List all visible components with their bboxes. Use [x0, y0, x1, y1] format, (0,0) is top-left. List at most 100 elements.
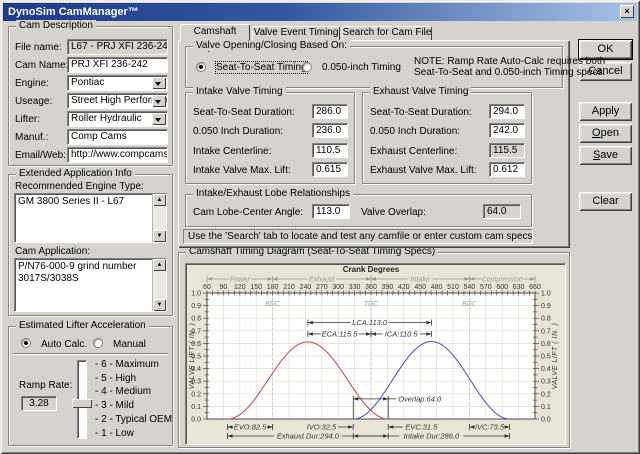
svg-text:EVO:82.5: EVO:82.5 [234, 423, 267, 432]
cam-application-textarea[interactable]: P/N76-000-9 grind number 3017S/3038S ▲ ▼ [14, 258, 167, 312]
svg-text:0.1: 0.1 [191, 404, 201, 411]
exhaust-centerline-value: 115.5 [489, 143, 525, 158]
scroll-down-icon[interactable]: ▼ [153, 299, 166, 311]
svg-text:ECA:115.5: ECA:115.5 [322, 329, 359, 338]
camshaft-timing-chart: 0.0 0.0 0.1 0.1 0.2 0.2 0.3 0.3 0.4 0.4 0.5 0.5 0.6 0… [186, 264, 565, 447]
lifter-value: Roller Hydraulic [71, 113, 142, 124]
svg-text:ICA:110.5: ICA:110.5 [385, 329, 419, 338]
ramp-rate-label: Ramp Rate: [19, 380, 73, 391]
svg-text:VALVE LIFT ( IN. ): VALVE LIFT ( IN. ) [552, 323, 559, 390]
engine-type-text: GM 3800 Series II - L67 [18, 196, 125, 207]
scrollbar[interactable]: ▲ ▼ [152, 194, 166, 242]
lifter-accel-group: Estimated Lifter Acceleration Auto Calc.… [8, 320, 173, 446]
exhaust-s2s-input[interactable]: 294.0 [489, 104, 525, 119]
intake-050-label: 0.050 Inch Duration: [193, 126, 284, 137]
svg-text:0.7: 0.7 [541, 328, 551, 335]
svg-text:IVO:32.5: IVO:32.5 [307, 423, 337, 432]
exhaust-maxlift-label: Exhaust Valve Max. Lift: [370, 165, 477, 176]
scale-label-1: - 1 - Low [95, 428, 134, 439]
cam-description-group: Cam Description File name: L67 - PRJ XFI… [8, 20, 173, 166]
engine-type-textarea[interactable]: GM 3800 Series II - L67 ▲ ▼ [14, 193, 167, 243]
slider-thumb[interactable] [72, 399, 92, 408]
seat-to-seat-radio[interactable] [196, 62, 206, 72]
scroll-up-icon[interactable]: ▲ [153, 259, 166, 271]
svg-text:Exhaust Dur:294.0: Exhaust Dur:294.0 [277, 432, 340, 441]
title-bar[interactable]: DynoSim CamManager™ × [3, 3, 637, 21]
cammanager-window: DynoSim CamManager™ × Cam Description Fi… [0, 0, 640, 454]
chevron-down-icon[interactable] [152, 77, 166, 89]
svg-text:0.5: 0.5 [541, 354, 551, 361]
exhaust-s2s-label: Seat-To-Seat Duration: [370, 107, 472, 118]
svg-text:0.0: 0.0 [541, 417, 551, 424]
open-button[interactable]: Open [579, 124, 632, 143]
intake-050-input[interactable]: 236.0 [312, 123, 348, 138]
note-line2: Seat-To-Seat and 0.050-inch Timing specs… [414, 67, 606, 78]
lobe-center-input[interactable]: 113.0 [312, 204, 350, 219]
email-web-input[interactable]: http://www.compcams.com [67, 147, 168, 163]
manual-radio[interactable] [93, 338, 103, 348]
useage-select[interactable]: Street High Performance [67, 93, 168, 109]
svg-text:390: 390 [382, 284, 394, 291]
manuf-input[interactable]: Comp Cams [67, 129, 168, 145]
svg-text:120: 120 [234, 284, 246, 291]
tab-camshaft-specs[interactable]: Camshaft Specs [180, 24, 250, 53]
divider [13, 353, 168, 355]
intake-s2s-input[interactable]: 286.0 [312, 104, 348, 119]
cam-name-label: Cam Name: [15, 60, 69, 71]
scroll-up-icon[interactable]: ▲ [153, 194, 166, 206]
exhaust-centerline-label: Exhaust Centerline: [370, 146, 458, 157]
exhaust-maxlift-input[interactable]: 0.612 [489, 162, 525, 177]
tab-valve-event-timing[interactable]: Valve Event Timing [252, 26, 340, 40]
svg-text:0.2: 0.2 [541, 391, 551, 398]
svg-text:270: 270 [316, 284, 328, 291]
note-line1: NOTE: Ramp Rate Auto-Calc requires both [414, 56, 606, 67]
clear-button[interactable]: Clear [579, 192, 632, 211]
intake-maxlift-label: Intake Valve Max. Lift: [193, 165, 291, 176]
exhaust-050-input[interactable]: 242.0 [489, 123, 525, 138]
seat-to-seat-label[interactable]: Seat-To-Seat Timing [215, 61, 308, 74]
manuf-label: Manuf.: [15, 132, 49, 143]
valve-basis-legend: Valve Opening/Closing Based On: [193, 40, 351, 51]
save-button[interactable]: Save [579, 146, 632, 165]
apply-button[interactable]: Apply [579, 102, 632, 121]
svg-text:90: 90 [220, 284, 228, 291]
scale-label-2: - 2 - Typical OEM [95, 414, 173, 425]
scale-label-5: - 5 - High [95, 373, 137, 384]
chevron-down-icon[interactable] [152, 95, 166, 107]
svg-text:0.2: 0.2 [191, 391, 201, 398]
svg-text:Exhaust: Exhaust [309, 277, 335, 284]
status-text: Use the 'Search' tab to locate and test … [183, 229, 533, 244]
engine-select[interactable]: Pontiac [67, 75, 168, 91]
scale-label-4: - 4 - Medium [95, 386, 152, 397]
scroll-down-icon[interactable]: ▼ [153, 230, 166, 242]
ramp-rate-value: 3.28 [21, 396, 57, 411]
exhaust-050-label: 0.050 Inch Duration: [370, 126, 461, 137]
scrollbar[interactable]: ▲ ▼ [152, 259, 166, 311]
svg-text:360: 360 [365, 284, 377, 291]
tab-search-for-cam-file[interactable]: Search for Cam File [342, 26, 432, 40]
exhaust-timing-legend: Exhaust Valve Timing [370, 86, 472, 97]
svg-text:630: 630 [513, 284, 525, 291]
close-icon[interactable]: × [620, 5, 634, 18]
valve-overlap-value: 64.0 [483, 204, 521, 219]
intake-centerline-input[interactable]: 110.5 [312, 143, 348, 158]
svg-text:BDC: BDC [265, 301, 281, 308]
timing-diagram-panel: 0.0 0.0 0.1 0.1 0.2 0.2 0.3 0.3 0.4 0.4 0.5 0.5 0.6 0… [185, 263, 566, 445]
svg-text:300: 300 [332, 284, 344, 291]
extended-info-group: Extended Application Info Recommended En… [8, 168, 173, 316]
timing-diagram-group: Camshaft Timing Diagram (Seat-To-Seat Ti… [178, 246, 570, 448]
svg-text:210: 210 [283, 284, 295, 291]
lifter-select[interactable]: Roller Hydraulic [67, 111, 168, 127]
svg-text:330: 330 [349, 284, 361, 291]
auto-calc-radio[interactable] [21, 338, 31, 348]
cam-name-input[interactable]: PRJ XFI 236-242 [67, 57, 168, 73]
inch-timing-radio[interactable] [302, 62, 312, 72]
file-name-field: L67 - PRJ XFI 236-242.cam [67, 39, 168, 55]
chevron-down-icon[interactable] [152, 113, 166, 125]
svg-text:1.0: 1.0 [191, 291, 201, 298]
intake-maxlift-input[interactable]: 0.615 [312, 162, 348, 177]
valve-basis-group: Valve Opening/Closing Based On: Seat-To-… [185, 40, 605, 88]
svg-text:150: 150 [250, 284, 262, 291]
exhaust-timing-group: Exhaust Valve Timing Seat-To-Seat Durati… [362, 86, 532, 184]
lobe-relationships-group: Intake/Exhaust Lobe Relationships Cam Lo… [185, 188, 532, 227]
